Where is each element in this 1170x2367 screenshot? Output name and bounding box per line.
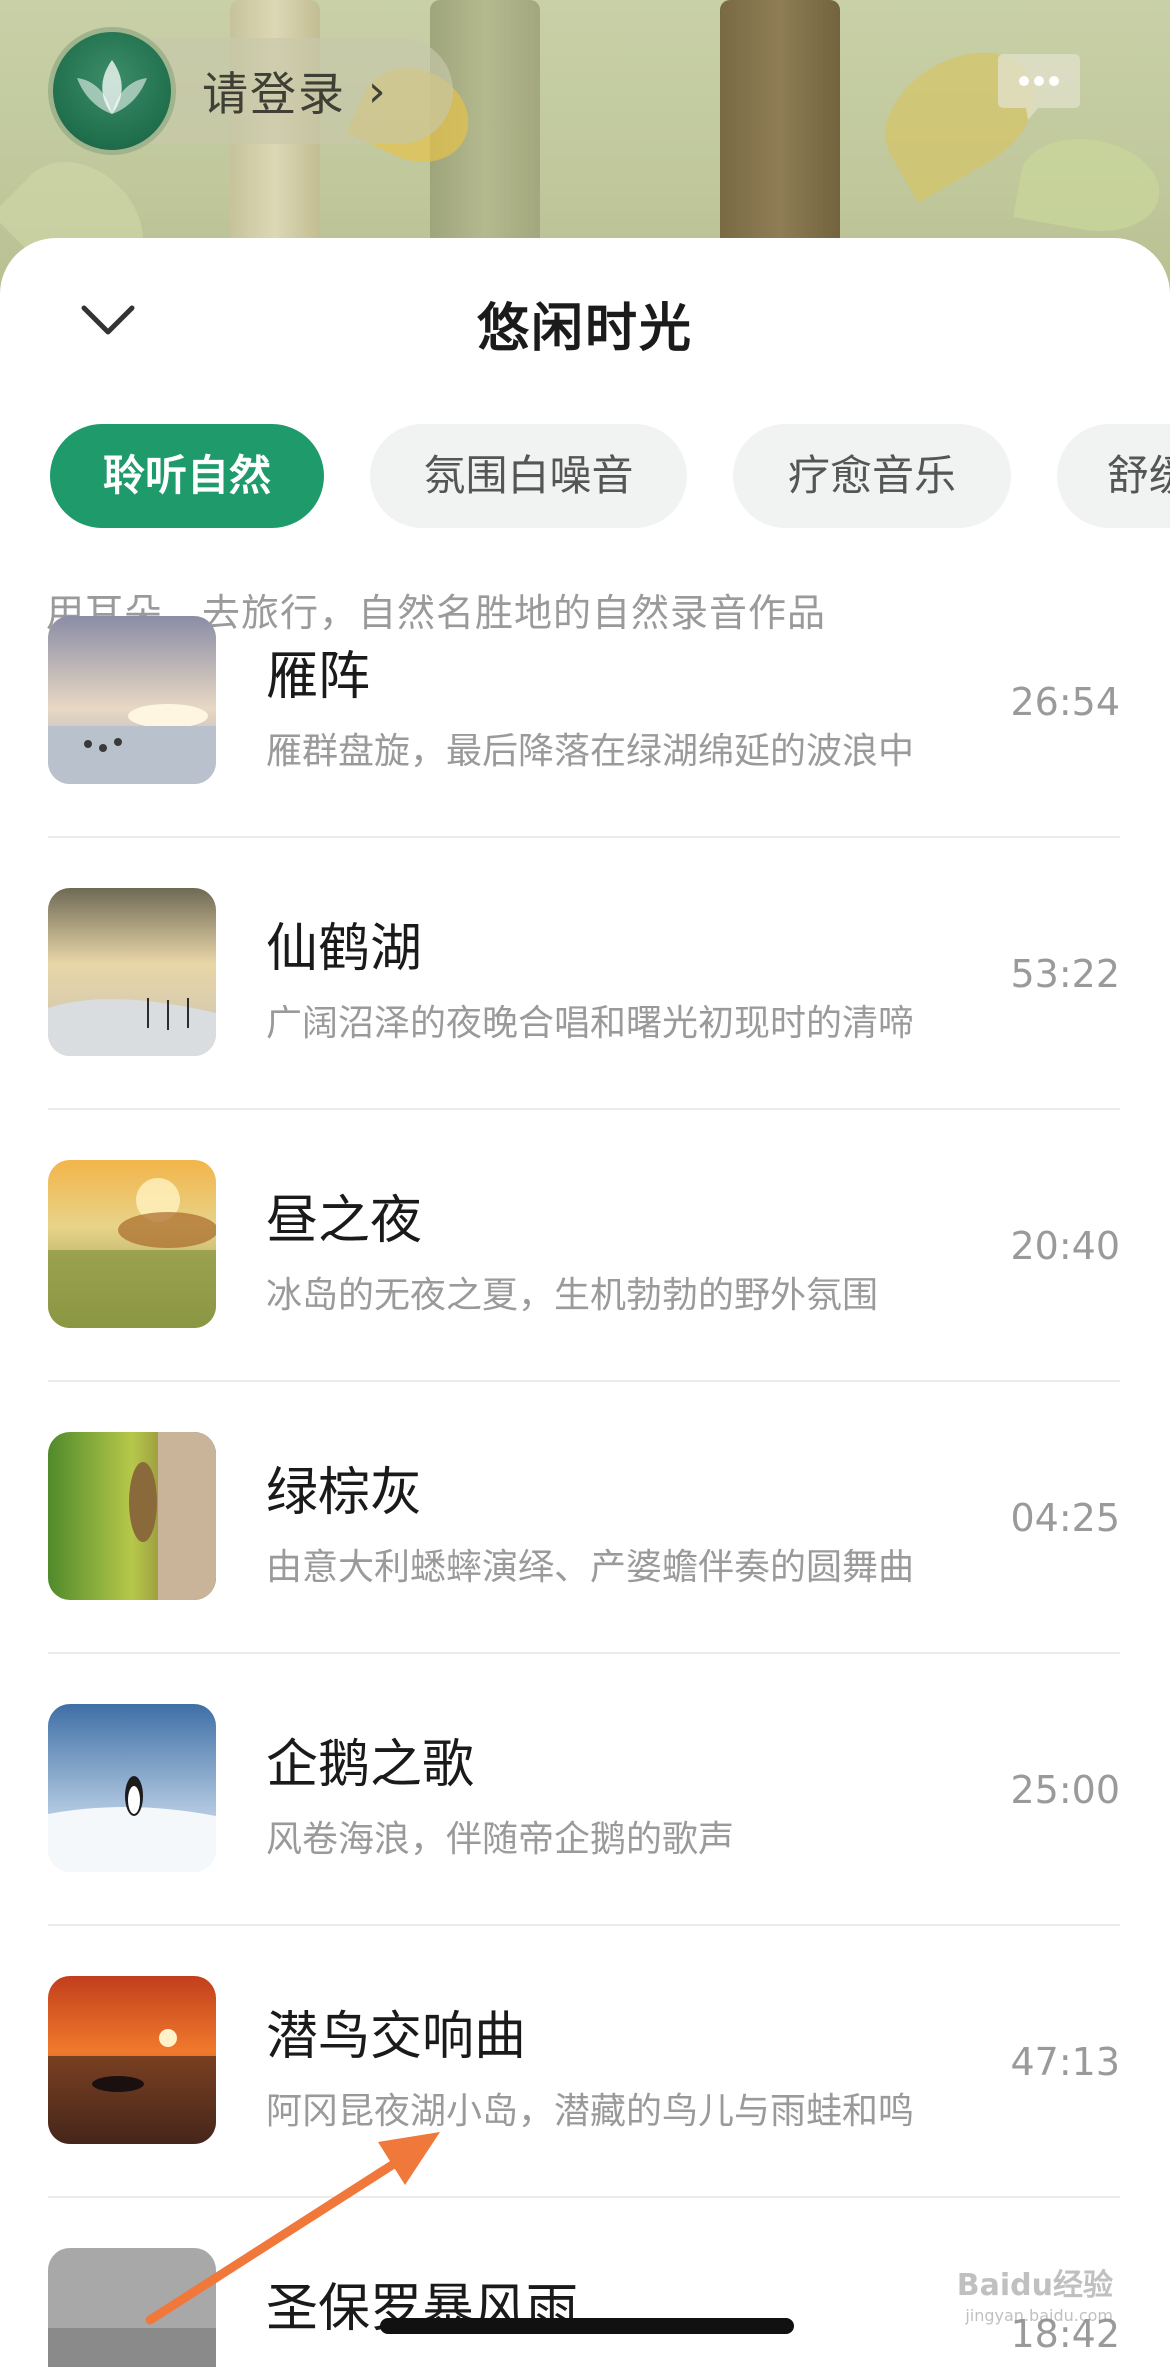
track-duration: 26:54 <box>1010 680 1120 724</box>
track-duration: 20:40 <box>1010 1224 1120 1268</box>
tab-soothing[interactable]: 舒缓 <box>1057 424 1170 528</box>
page-title: 悠闲时光 <box>476 299 693 359</box>
track-subtitle: 广阔沼泽的夜晚合唱和曙光初现时的清啼 <box>266 1003 915 1044</box>
login-button[interactable]: 请登录 › <box>48 27 453 155</box>
track-title: 昼之夜 <box>266 1191 423 1251</box>
track-subtitle: 由意大利蟋蟀演绎、产婆蟾伴奏的圆舞曲 <box>266 1547 915 1588</box>
tab-white-noise[interactable]: 氛围白噪音 <box>370 424 687 528</box>
list-item[interactable]: 仙鹤湖 广阔沼泽的夜晚合唱和曙光初现时的清啼 53:22 <box>48 838 1120 1110</box>
watermark-url: jingyan.baidu.com <box>965 2306 1113 2325</box>
track-title: 仙鹤湖 <box>266 919 423 979</box>
track-subtitle: 雁群盘旋，最后降落在绿湖绵延的波浪中 <box>266 731 915 772</box>
track-subtitle: 风卷海浪，伴随帝企鹅的歌声 <box>266 1819 735 1860</box>
list-item[interactable]: 潜鸟交响曲 阿冈昆夜湖小岛，潜藏的鸟儿与雨蛙和鸣 47:13 <box>48 1926 1120 2198</box>
chevron-right-icon: › <box>368 65 386 117</box>
track-thumbnail <box>48 2248 216 2367</box>
track-duration: 47:13 <box>1010 2040 1120 2084</box>
track-duration: 53:22 <box>1010 952 1120 996</box>
track-thumbnail <box>48 888 216 1056</box>
watermark-brand: Baidu经验 <box>956 2268 1113 2303</box>
message-button[interactable] <box>994 48 1084 128</box>
track-subtitle: 冰岛的无夜之夏，生机勃勃的野外氛围 <box>266 1275 879 1316</box>
track-subtitle: 阿冈昆夜湖小岛，潜藏的鸟儿与雨蛙和鸣 <box>266 2091 915 2132</box>
track-duration: 25:00 <box>1010 1768 1120 1812</box>
track-title: 绿棕灰 <box>266 1463 423 1523</box>
track-thumbnail <box>48 1160 216 1328</box>
track-thumbnail <box>48 1976 216 2144</box>
chat-bubble-icon <box>998 54 1080 120</box>
track-thumbnail <box>48 616 216 784</box>
list-item[interactable]: 昼之夜 冰岛的无夜之夏，生机勃勃的野外氛围 20:40 <box>48 1110 1120 1382</box>
list-item[interactable]: 雁阵 雁群盘旋，最后降落在绿湖绵延的波浪中 26:54 <box>48 566 1120 838</box>
track-title: 潜鸟交响曲 <box>266 2007 527 2067</box>
list-item[interactable]: 绿棕灰 由意大利蟋蟀演绎、产婆蟾伴奏的圆舞曲 04:25 <box>48 1382 1120 1654</box>
tab-nature[interactable]: 聆听自然 <box>50 424 324 528</box>
avatar-lotus-icon <box>48 27 176 155</box>
login-label: 请登录 <box>202 67 346 121</box>
playlist-sheet: 悠闲时光 聆听自然氛围白噪音疗愈音乐舒缓 用耳朵，去旅行，自然名胜地的自然录音作… <box>0 238 1170 2367</box>
tab-healing-music[interactable]: 疗愈音乐 <box>733 424 1011 528</box>
track-thumbnail <box>48 1704 216 1872</box>
watermark: Baidu经验 jingyan.baidu.com <box>893 2260 1113 2340</box>
home-indicator[interactable] <box>380 2318 794 2334</box>
track-title: 企鹅之歌 <box>266 1735 475 1795</box>
track-thumbnail <box>48 1432 216 1600</box>
track-title: 雁阵 <box>266 647 371 707</box>
track-duration: 04:25 <box>1010 1496 1120 1540</box>
list-item[interactable]: 企鹅之歌 风卷海浪，伴随帝企鹅的歌声 25:00 <box>48 1654 1120 1926</box>
category-tabs: 聆听自然氛围白噪音疗愈音乐舒缓 <box>50 424 1170 528</box>
